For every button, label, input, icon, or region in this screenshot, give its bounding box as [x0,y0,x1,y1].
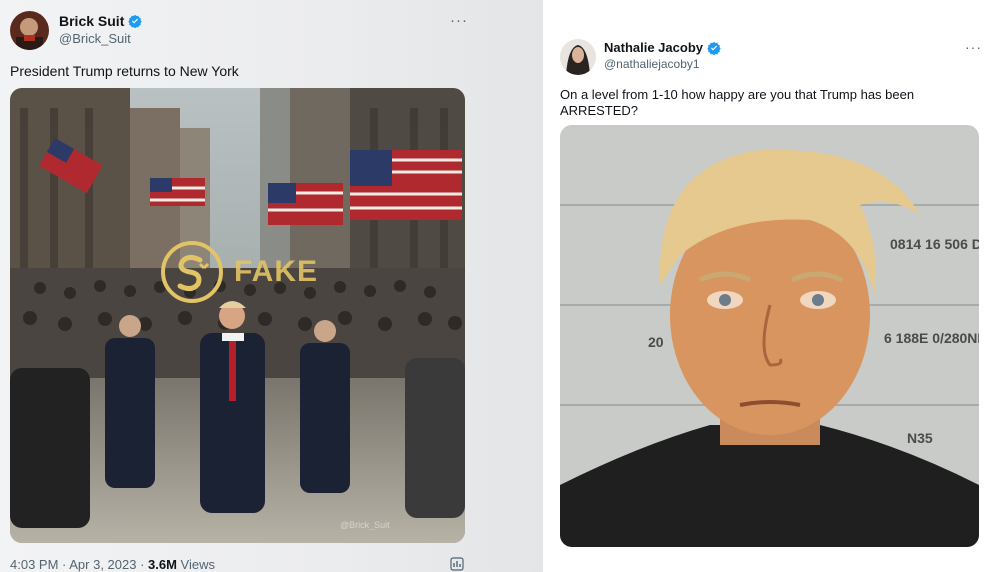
crowd-street-illustration: @Brick_Suit [10,88,465,543]
author-handle[interactable]: @nathaliejacoby1 [604,57,700,71]
tweet-image-crowd[interactable]: @Brick_Suit FAKE [10,88,465,543]
tweet-timestamp[interactable]: 4:03 PM · Apr 3, 2023 · [10,557,148,572]
verified-badge-icon [128,14,143,28]
tweet-text: President Trump returns to New York [10,63,239,79]
views-count: 3.6M [148,557,177,572]
fake-watermark-text: FAKE [234,255,319,288]
fact-check-logo-icon [161,241,223,303]
tweet-text: On a level from 1-10 how happy are you t… [560,87,915,118]
brick-suit-avatar[interactable] [10,11,49,50]
fake-watermark: FAKE [160,240,318,304]
tweet-meta: 4:03 PM · Apr 3, 2023 · 3.6M Views [10,557,215,572]
mugshot-illustration: 0814 16 506 DEZ 20 6 188E 0/280ND N35 [560,125,979,547]
views-label: Views [176,557,215,572]
board-text-2: 20 [648,334,664,350]
author-name-row: Brick Suit [59,13,143,29]
author-handle[interactable]: @Brick_Suit [59,31,131,46]
author-name[interactable]: Nathalie Jacoby [604,40,703,55]
analytics-icon[interactable] [450,557,464,571]
board-text-3: 6 188E 0/280ND [884,330,979,346]
board-text-4: N35 [907,430,933,446]
verified-badge-icon [707,41,721,55]
right-tweet-card: Nathalie Jacoby @nathaliejacoby1 ··· On … [543,0,988,572]
left-tweet-card: Brick Suit @Brick_Suit ··· President Tru… [0,0,543,572]
image-credit-text: @Brick_Suit [340,520,390,530]
more-options-button[interactable]: ··· [450,12,468,29]
nathalie-jacoby-avatar[interactable] [560,39,596,75]
board-text-1: 0814 16 506 DEZ [890,236,979,252]
author-name[interactable]: Brick Suit [59,13,124,29]
more-options-button[interactable]: ··· [965,39,982,55]
author-name-row: Nathalie Jacoby [604,40,721,55]
tweet-image-mugshot[interactable]: 0814 16 506 DEZ 20 6 188E 0/280ND N35 [560,125,979,547]
